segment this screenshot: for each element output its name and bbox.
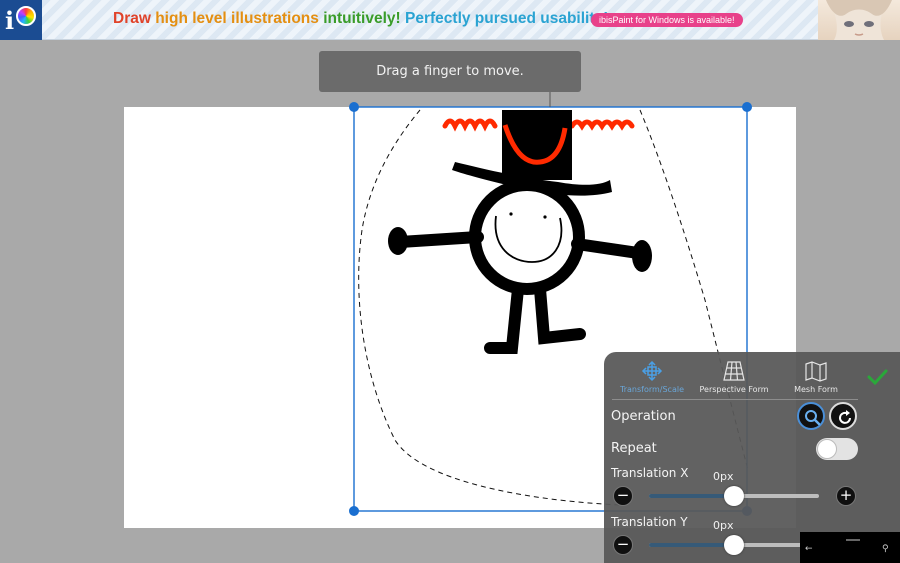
repeat-toggle[interactable] (816, 438, 858, 460)
translation-x-slider[interactable] (649, 486, 819, 506)
slider-fill (649, 543, 734, 547)
magnifier-icon (805, 410, 821, 426)
mesh-map-icon (805, 361, 827, 382)
mode-mesh-form[interactable]: Mesh Form (768, 358, 864, 400)
zoom-operation-button[interactable] (797, 402, 825, 430)
translation-x-value: 0px (713, 470, 734, 483)
translation-y-slider[interactable] (649, 535, 819, 555)
operation-label: Operation (611, 409, 676, 424)
corner-handle (349, 102, 359, 112)
perspective-grid-icon (723, 361, 745, 381)
translation-x-increase-button[interactable]: + (836, 486, 856, 506)
mode-label: Mesh Form (794, 385, 838, 394)
corner-handle (742, 102, 752, 112)
slider-thumb[interactable] (724, 486, 744, 506)
rotate-operation-button[interactable] (829, 402, 857, 430)
stickman-eye (543, 215, 547, 219)
slider-thumb[interactable] (724, 535, 744, 555)
drag-hint-tooltip: Drag a finger to move. (319, 51, 581, 92)
toggle-knob (817, 439, 837, 459)
confirm-checkmark-icon[interactable] (866, 366, 888, 388)
corner-handle (349, 506, 359, 516)
translation-y-decrease-button[interactable]: − (613, 535, 633, 555)
stickman-body (394, 179, 651, 354)
system-nav-bar: ← ⚲ (800, 532, 900, 563)
translation-y-value: 0px (713, 519, 734, 532)
search-icon[interactable]: ⚲ (882, 544, 889, 554)
slider-fill (649, 494, 734, 498)
home-pill-icon[interactable] (846, 539, 860, 541)
translation-x-label: Translation X (611, 466, 689, 480)
stickman-eye (509, 212, 513, 216)
back-icon[interactable]: ← (805, 544, 813, 554)
rotate-icon (839, 410, 851, 424)
stickman-face (494, 215, 563, 263)
repeat-label: Repeat (611, 441, 657, 456)
mode-divider (612, 399, 858, 400)
move-arrows-icon (641, 360, 663, 382)
translation-y-label: Translation Y (611, 515, 688, 529)
translation-x-decrease-button[interactable]: − (613, 486, 633, 506)
